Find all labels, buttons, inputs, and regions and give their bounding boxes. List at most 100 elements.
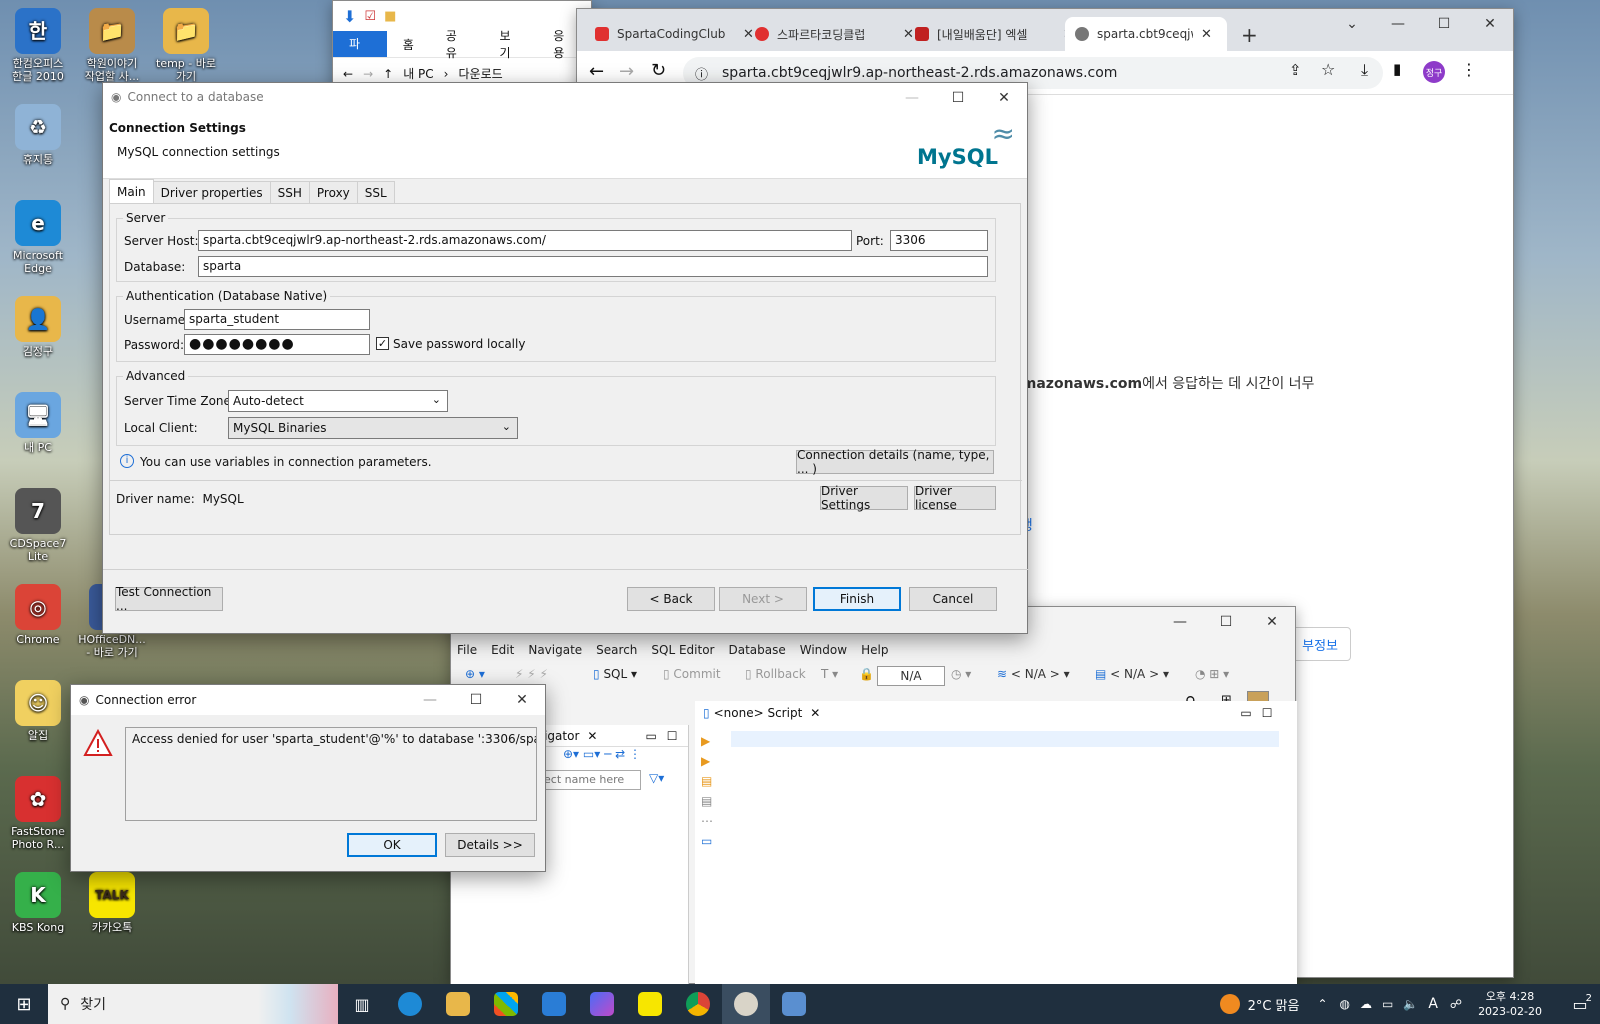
script-tab-label[interactable]: <none> Script [714,706,803,720]
transaction-field[interactable]: N/A [877,666,945,686]
reload-icon[interactable]: ↻ [651,60,666,81]
file-explorer-taskbar-icon[interactable] [434,984,482,1024]
tab-ssh[interactable]: SSH [269,181,310,203]
back-arrow-icon[interactable]: ← [343,67,353,81]
forward-icon[interactable]: → [619,61,634,82]
new-connection-icon[interactable]: ⊕▾ ▭▾ ─ ⇄ ⋮ [563,747,641,761]
info-icon[interactable]: ⓘ [695,64,708,83]
desktop-icon[interactable]: 📁 학원이야기 작업할 사... [74,8,150,83]
save-password-label[interactable]: Save password locally [393,337,525,351]
avatar[interactable]: 정구 [1423,61,1445,83]
format-icon[interactable]: ▤ [701,791,717,811]
maximize-icon[interactable]: ☐ [1262,706,1273,720]
bookmark-star-icon[interactable]: ☆ [1321,60,1335,79]
close-icon[interactable]: ✕ [981,83,1027,113]
timezone-select[interactable]: Auto-detect ⌄ [228,390,448,412]
taskbar-search[interactable]: ⚲ 찾기 [48,984,338,1024]
back-button[interactable]: < Back [627,587,715,611]
cloud-icon[interactable]: ☁ [1360,997,1372,1011]
notification-button[interactable]: ▭ 2 [1560,993,1600,1014]
rollback-button[interactable]: ▯ Rollback [745,667,806,681]
chrome-tab-1[interactable]: SpartaCodingClub ✕ [585,17,764,51]
tab-file[interactable]: 파일 [333,31,387,77]
kebab-menu-icon[interactable]: ⋮ [1461,60,1477,79]
menu-window[interactable]: Window [800,643,847,657]
local-client-select[interactable]: MySQL Binaries ⌄ [228,417,518,439]
start-button[interactable]: ⊞ [0,984,48,1024]
menu-sql-editor[interactable]: SQL Editor [651,643,714,657]
driver-license-button[interactable]: Driver license [914,484,996,512]
password-input[interactable]: ●●●●●●●● [184,334,370,355]
menu-database[interactable]: Database [728,643,785,657]
desktop-icon[interactable]: 한 한컴오피스 한글 2010 [0,8,76,83]
ok-button[interactable]: OK [347,833,437,857]
close-icon[interactable]: ✕ [1467,9,1513,39]
desktop-icon[interactable]: 7 CDSpace7 Lite [0,488,76,563]
pen-icon[interactable]: ☍ [1450,997,1462,1011]
desktop-icon[interactable]: e Microsoft Edge [0,200,76,275]
tab-proxy[interactable]: Proxy [308,181,358,203]
chrome-taskbar-icon[interactable] [674,984,722,1024]
schema-selector[interactable]: ▤ < N/A > ▾ [1095,667,1169,681]
back-icon[interactable]: ← [589,61,604,82]
volume-icon[interactable]: 🔈 [1403,997,1418,1011]
tab-search-icon[interactable]: ⌄ [1329,9,1375,39]
minimize-icon[interactable]: ▭ [1240,706,1251,720]
store-taskbar-icon[interactable] [482,984,530,1024]
desktop-icon[interactable]: TALK 카카오톡 [74,872,150,934]
close-tab-icon[interactable]: ✕ [810,706,820,720]
commit-button[interactable]: ▯ Commit [663,667,721,681]
close-tab-icon[interactable]: ✕ [1201,27,1212,42]
close-icon[interactable]: ✕ [499,685,545,715]
chrome-tab-active[interactable]: sparta.cbt9ceqjwl ✕ [1065,17,1227,51]
desktop-icon[interactable]: 📁 temp - 바로 가기 [148,8,224,83]
driver-settings-button[interactable]: Driver Settings [820,484,908,512]
tab-ssl[interactable]: SSL [356,181,395,203]
minimize-icon[interactable]: — [407,685,453,715]
datasource-selector[interactable]: ≋ < N/A > ▾ [997,667,1070,681]
desktop-icon[interactable]: ♻ 휴지통 [0,104,76,166]
mail-taskbar-icon[interactable] [530,984,578,1024]
app-taskbar-icon[interactable] [770,984,818,1024]
kakaotalk-taskbar-icon[interactable] [626,984,674,1024]
dashboard-icon[interactable]: ◔ ⊞ ▾ [1195,667,1229,681]
new-connection-icon[interactable]: ⊕ ▾ [465,667,485,681]
clock[interactable]: 오후 4:28 2023-02-20 [1478,989,1542,1019]
forward-arrow-icon[interactable]: → [363,67,373,81]
breadcrumb-pc[interactable]: 내 PC [403,65,433,82]
transaction-mode-icon[interactable]: T ▾ [821,667,838,681]
task-view-icon[interactable]: ▥ [338,984,386,1024]
minimize-icon[interactable]: — [889,83,935,113]
desktop-icon[interactable]: 🖥 내 PC [0,392,76,454]
chrome-tab-3[interactable]: [내일배움단] 엑셀 ✕ [905,17,1084,51]
desktop-icon[interactable]: ✿ FastStone Photo R... [0,776,76,851]
connection-details-button[interactable]: Connection details (name, type, ... ) [796,448,994,476]
execute-icon[interactable]: ▶ [701,731,717,751]
save-password-checkbox[interactable]: ✓ [376,337,389,350]
chrome-tab-2[interactable]: 스파르타코딩클럽 ✕ [745,17,924,51]
test-connection-button[interactable]: Test Connection ... [115,585,223,613]
next-button[interactable]: Next > [719,587,807,611]
weather-text[interactable]: 2°C 맑음 [1248,995,1300,1014]
maximize-icon[interactable]: ☐ [453,685,499,715]
details-button[interactable]: Details >> [445,833,535,857]
chevron-up-icon[interactable]: ⌃ [1317,997,1327,1011]
share-icon[interactable]: ⇪ [1289,61,1302,79]
port-input[interactable]: 3306 [890,230,988,251]
tab-driver-properties[interactable]: Driver properties [152,181,271,203]
tab-share[interactable]: 공유 [430,27,484,61]
sql-editor-text[interactable] [731,731,1279,747]
minimize-icon[interactable]: — [1157,607,1203,637]
execute-script-icon[interactable]: ▶ [701,751,717,771]
plug-icon[interactable]: ⚡ ⚡ ⚡ [515,667,548,681]
meet-icon[interactable]: ◍ [1340,997,1350,1011]
desktop-icon[interactable]: ☺ 알집 [0,680,76,742]
desktop-icon[interactable]: 👤 김정구 [0,296,76,358]
menu-help[interactable]: Help [861,643,888,657]
maximize-icon[interactable]: ☐ [1421,9,1467,39]
more-icon[interactable]: ⋯ [701,811,717,831]
menu-file[interactable]: File [457,643,477,657]
breadcrumb-downloads[interactable]: 다운로드 [458,65,502,82]
minimize-icon[interactable]: — [1375,9,1421,39]
tab-main[interactable]: Main [109,179,154,203]
